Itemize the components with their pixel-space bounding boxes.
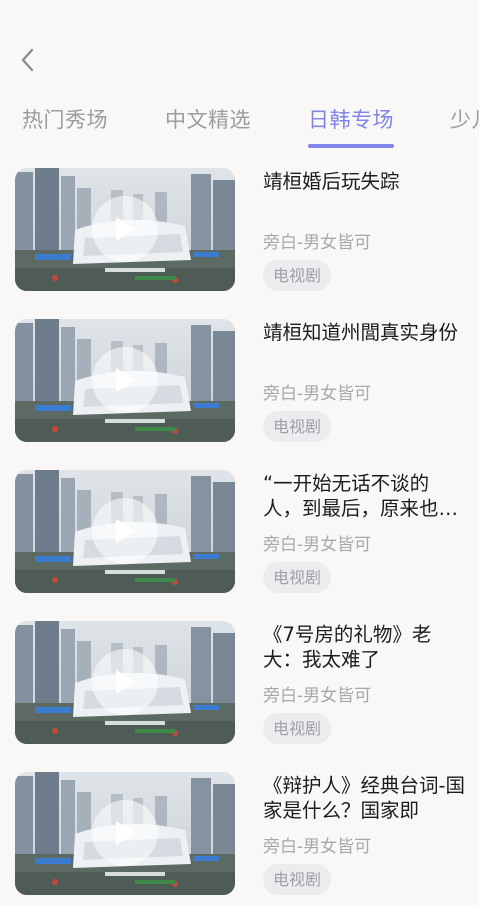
item-tag: 电视剧 xyxy=(263,713,332,744)
play-icon xyxy=(116,368,136,392)
video-thumbnail[interactable] xyxy=(15,470,235,593)
list-item[interactable]: 靖桓知道州閭真实身份 旁白-男女皆可 电视剧 xyxy=(0,301,479,452)
item-tag: 电视剧 xyxy=(263,562,332,593)
tab-japan-korea[interactable]: 日韩专场 xyxy=(308,104,394,148)
active-tab-indicator xyxy=(308,144,394,148)
list-item[interactable]: 靖桓婚后玩失踪 旁白-男女皆可 电视剧 xyxy=(0,150,479,301)
play-icon xyxy=(116,821,136,845)
item-title: 《辩护人》经典台词-国家是什么？国家即 xyxy=(263,774,466,822)
tab-chinese-selection[interactable]: 中文精选 xyxy=(165,104,251,134)
item-narrator: 旁白-男女皆可 xyxy=(263,686,372,706)
play-icon xyxy=(116,670,136,694)
list-item[interactable]: 《7号房的礼物》老大：我太难了 旁白-男女皆可 电视剧 xyxy=(0,603,479,754)
item-title: 靖桓婚后玩失踪 xyxy=(263,170,400,193)
play-button[interactable] xyxy=(92,800,158,866)
item-title: 靖桓知道州閭真实身份 xyxy=(263,321,459,344)
play-button[interactable] xyxy=(92,649,158,715)
video-thumbnail[interactable] xyxy=(15,621,235,744)
chevron-left-icon xyxy=(21,48,34,72)
play-button[interactable] xyxy=(92,196,158,262)
tab-hot-show[interactable]: 热门秀场 xyxy=(22,104,108,134)
item-title: 《7号房的礼物》老大：我太难了 xyxy=(263,623,432,671)
tab-label: 少儿 xyxy=(450,108,479,132)
tab-kids[interactable]: 少儿 xyxy=(450,104,479,134)
tab-label: 日韩专场 xyxy=(308,108,394,132)
tab-label: 热门秀场 xyxy=(22,108,108,132)
item-narrator: 旁白-男女皆可 xyxy=(263,233,372,253)
play-button[interactable] xyxy=(92,347,158,413)
play-icon xyxy=(116,519,136,543)
video-thumbnail[interactable] xyxy=(15,772,235,895)
video-list: 靖桓婚后玩失踪 旁白-男女皆可 电视剧 靖桓知道州閭真实身份 旁白-男女皆可 电… xyxy=(0,150,479,905)
item-tag: 电视剧 xyxy=(263,864,332,895)
item-title: “一开始无话不谈的人，到最后，原来也… xyxy=(263,472,459,520)
category-tabs: 热门秀场 中文精选 日韩专场 少儿 xyxy=(0,100,479,150)
list-item[interactable]: “一开始无话不谈的人，到最后，原来也… 旁白-男女皆可 电视剧 xyxy=(0,452,479,603)
list-item[interactable]: 《辩护人》经典台词-国家是什么？国家即 旁白-男女皆可 电视剧 xyxy=(0,754,479,905)
item-narrator: 旁白-男女皆可 xyxy=(263,384,372,404)
item-narrator: 旁白-男女皆可 xyxy=(263,837,372,857)
play-button[interactable] xyxy=(92,498,158,564)
item-tag: 电视剧 xyxy=(263,260,332,291)
video-thumbnail[interactable] xyxy=(15,319,235,442)
item-narrator: 旁白-男女皆可 xyxy=(263,535,372,555)
item-tag: 电视剧 xyxy=(263,411,332,442)
tab-label: 中文精选 xyxy=(165,108,251,132)
play-icon xyxy=(116,217,136,241)
back-button[interactable] xyxy=(14,46,40,74)
video-thumbnail[interactable] xyxy=(15,168,235,291)
